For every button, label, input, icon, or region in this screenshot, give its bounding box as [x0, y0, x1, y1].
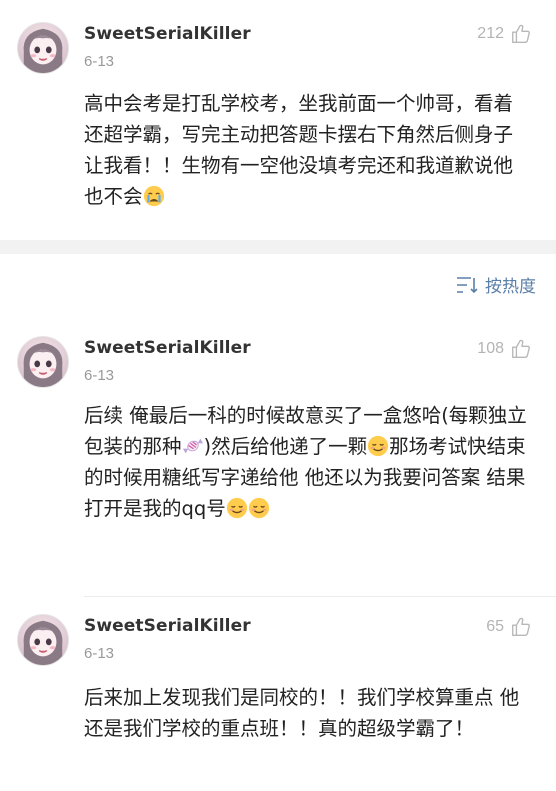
like-count: 212	[477, 25, 504, 42]
comment-text-part: )然后给他递了一颗	[203, 435, 368, 458]
username[interactable]: SweetSerialKiller	[84, 616, 251, 636]
anime-avatar-icon	[23, 620, 63, 665]
comment-separator	[84, 596, 556, 597]
section-divider	[0, 240, 556, 254]
comment-text: 后来加上发现我们是同校的！！我们学校算重点 他还是我们学校的重点班！！真的超级学…	[84, 686, 520, 740]
avatar[interactable]	[17, 22, 69, 74]
thumbs-up-icon	[512, 339, 530, 358]
sort-lines-icon	[457, 276, 478, 293]
anime-avatar-icon	[23, 28, 63, 73]
anime-avatar-icon	[23, 342, 63, 387]
smiling-face-icon	[248, 497, 269, 519]
comment-date: 6-13	[84, 53, 115, 70]
avatar[interactable]	[17, 336, 69, 388]
sort-label: 按热度	[485, 277, 536, 297]
like-count: 108	[477, 340, 504, 357]
username[interactable]: SweetSerialKiller	[84, 24, 251, 44]
like-button[interactable]: 65	[486, 616, 532, 638]
username[interactable]: SweetSerialKiller	[84, 338, 251, 358]
smiling-face-icon	[368, 435, 389, 457]
sort-by-popularity-button[interactable]: 按热度	[455, 272, 536, 297]
like-button[interactable]: 212	[477, 23, 532, 45]
comment-date: 6-13	[84, 645, 115, 662]
thumbs-up-icon	[512, 24, 530, 43]
smiling-face-icon	[226, 497, 247, 519]
candy-icon	[182, 438, 203, 454]
comment-text: 高中会考是打乱学校考，坐我前面一个帅哥，看着还超学霸，写完主动把答题卡摆右下角然…	[84, 88, 530, 212]
comment-text: 后续 俺最后一科的时候故意买了一盒悠哈(每颗独立包装的那种)然后给他递了一颗 那场…	[84, 400, 530, 524]
comment-date: 6-13	[84, 367, 115, 384]
like-count: 65	[486, 618, 504, 635]
like-button[interactable]: 108	[477, 338, 532, 360]
thumbs-up-icon	[512, 617, 530, 636]
avatar[interactable]	[17, 614, 69, 666]
crying-face-icon	[143, 185, 164, 207]
